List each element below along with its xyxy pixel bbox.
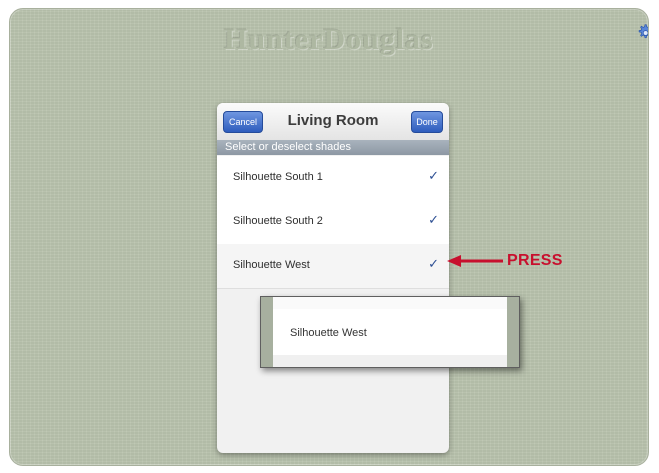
checkmark-icon[interactable]: ✓ xyxy=(428,256,439,272)
shade-label: Silhouette South 2 xyxy=(233,215,323,227)
shade-row-south-2[interactable]: Silhouette South 2 ✓ xyxy=(217,200,449,245)
arrow-left-icon xyxy=(447,255,503,267)
shade-label: Silhouette West xyxy=(233,259,310,271)
shade-row-south-1[interactable]: Silhouette South 1 ✓ xyxy=(217,156,449,201)
section-header: Select or deselect shades xyxy=(217,140,449,155)
zoom-band-bottom xyxy=(273,355,507,367)
zoom-edge-left xyxy=(261,297,273,367)
dialog-header: Cancel Living Room Done xyxy=(217,103,449,141)
zoom-band-top xyxy=(273,297,507,309)
zoom-callout-label: Silhouette West xyxy=(290,327,367,339)
gear-icon[interactable] xyxy=(634,22,649,44)
done-button[interactable]: Done xyxy=(411,111,443,133)
shade-row-west[interactable]: Silhouette West ✓ xyxy=(217,244,449,289)
room-dialog: Cancel Living Room Done Select or desele… xyxy=(217,103,449,453)
press-callout-label: PRESS xyxy=(507,252,563,269)
zoom-callout: Silhouette West xyxy=(260,296,520,368)
brand-logo: HunterDouglas xyxy=(224,23,434,56)
zoom-edge-right xyxy=(507,297,519,367)
checkmark-icon: ✓ xyxy=(428,212,439,227)
shade-label: Silhouette South 1 xyxy=(233,171,323,183)
checkmark-icon: ✓ xyxy=(428,168,439,183)
